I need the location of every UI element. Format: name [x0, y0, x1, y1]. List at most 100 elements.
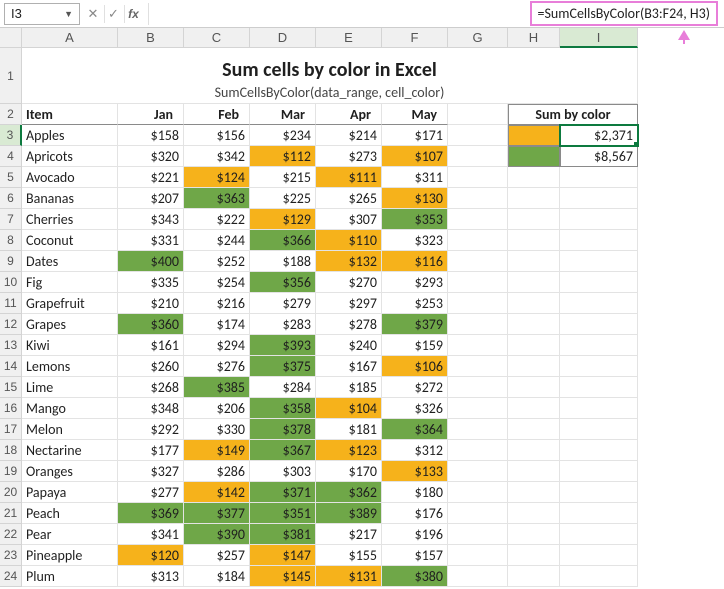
row-header-4[interactable]: 4	[0, 146, 22, 167]
column-header-A[interactable]: A	[22, 28, 118, 48]
cell-data-20-3[interactable]: $362	[316, 482, 382, 503]
cell-data-5-3[interactable]: $111	[316, 167, 382, 188]
cell-H19[interactable]	[508, 461, 560, 482]
cell-I8[interactable]	[560, 230, 638, 251]
cell-data-18-0[interactable]: $177	[118, 440, 184, 461]
cell-I14[interactable]	[560, 356, 638, 377]
cell-data-13-1[interactable]: $294	[184, 335, 250, 356]
cell-data-3-4[interactable]: $171	[382, 125, 448, 146]
cell-item-9[interactable]: Dates	[22, 251, 118, 272]
cell-data-12-2[interactable]: $283	[250, 314, 316, 335]
cell-data-7-4[interactable]: $353	[382, 209, 448, 230]
cell-data-14-0[interactable]: $260	[118, 356, 184, 377]
cell-data-19-3[interactable]: $170	[316, 461, 382, 482]
cell-I15[interactable]	[560, 377, 638, 398]
cell-I17[interactable]	[560, 419, 638, 440]
cell-data-9-1[interactable]: $252	[184, 251, 250, 272]
cell-data-6-0[interactable]: $207	[118, 188, 184, 209]
cell-data-5-0[interactable]: $221	[118, 167, 184, 188]
cell-data-12-4[interactable]: $379	[382, 314, 448, 335]
row-header-17[interactable]: 17	[0, 419, 22, 440]
cell-data-9-4[interactable]: $116	[382, 251, 448, 272]
cell-item-16[interactable]: Mango	[22, 398, 118, 419]
cell-data-12-0[interactable]: $360	[118, 314, 184, 335]
cell-I7[interactable]	[560, 209, 638, 230]
cell-data-20-4[interactable]: $180	[382, 482, 448, 503]
cell-H9[interactable]	[508, 251, 560, 272]
cell-item-8[interactable]: Coconut	[22, 230, 118, 251]
row-header-1[interactable]: 1	[0, 48, 22, 104]
sum-value-green[interactable]: $8,567	[560, 146, 638, 167]
cell-G14[interactable]	[448, 356, 508, 377]
cell-data-15-0[interactable]: $268	[118, 377, 184, 398]
cell-item-18[interactable]: Nectarine	[22, 440, 118, 461]
cell-data-11-2[interactable]: $279	[250, 293, 316, 314]
sum-swatch-green[interactable]	[508, 146, 560, 167]
cell-data-14-2[interactable]: $375	[250, 356, 316, 377]
cell-data-12-3[interactable]: $278	[316, 314, 382, 335]
cell-G4[interactable]	[448, 146, 508, 167]
cell-data-11-0[interactable]: $210	[118, 293, 184, 314]
cell-data-23-0[interactable]: $120	[118, 545, 184, 566]
cell-H24[interactable]	[508, 566, 560, 587]
row-header-11[interactable]: 11	[0, 293, 22, 314]
cell-H15[interactable]	[508, 377, 560, 398]
cell-data-21-0[interactable]: $369	[118, 503, 184, 524]
cell-data-17-1[interactable]: $330	[184, 419, 250, 440]
cell-data-22-4[interactable]: $196	[382, 524, 448, 545]
cell-data-24-0[interactable]: $313	[118, 566, 184, 587]
cell-data-5-1[interactable]: $124	[184, 167, 250, 188]
cell-G3[interactable]	[448, 125, 508, 146]
header-item[interactable]: Item	[22, 104, 118, 125]
header-sumby[interactable]: Sum by color	[508, 104, 638, 125]
select-all-corner[interactable]	[0, 28, 22, 48]
row-header-13[interactable]: 13	[0, 335, 22, 356]
cell-G8[interactable]	[448, 230, 508, 251]
cell-data-15-4[interactable]: $272	[382, 377, 448, 398]
cell-item-21[interactable]: Peach	[22, 503, 118, 524]
cell-item-15[interactable]: Lime	[22, 377, 118, 398]
cell-item-23[interactable]: Pineapple	[22, 545, 118, 566]
cell-data-6-4[interactable]: $130	[382, 188, 448, 209]
spreadsheet-grid[interactable]: ABCDEFGHI1Sum cells by color in ExcelSum…	[0, 28, 724, 587]
cell-H8[interactable]	[508, 230, 560, 251]
cell-H18[interactable]	[508, 440, 560, 461]
cell-data-11-3[interactable]: $297	[316, 293, 382, 314]
cell-data-22-2[interactable]: $381	[250, 524, 316, 545]
cell-data-10-1[interactable]: $254	[184, 272, 250, 293]
cell-data-8-0[interactable]: $331	[118, 230, 184, 251]
row-header-23[interactable]: 23	[0, 545, 22, 566]
cell-H13[interactable]	[508, 335, 560, 356]
cell-H11[interactable]	[508, 293, 560, 314]
row-header-19[interactable]: 19	[0, 461, 22, 482]
cell-H14[interactable]	[508, 356, 560, 377]
cell-data-21-3[interactable]: $389	[316, 503, 382, 524]
cell-I24[interactable]	[560, 566, 638, 587]
cell-data-18-2[interactable]: $367	[250, 440, 316, 461]
cell-data-13-2[interactable]: $393	[250, 335, 316, 356]
cell-data-20-0[interactable]: $277	[118, 482, 184, 503]
cell-data-8-4[interactable]: $323	[382, 230, 448, 251]
cell-H21[interactable]	[508, 503, 560, 524]
cell-item-10[interactable]: Fig	[22, 272, 118, 293]
cell-data-13-4[interactable]: $159	[382, 335, 448, 356]
cell-G21[interactable]	[448, 503, 508, 524]
cell-data-23-3[interactable]: $155	[316, 545, 382, 566]
cell-data-3-3[interactable]: $214	[316, 125, 382, 146]
cell-G24[interactable]	[448, 566, 508, 587]
cell-data-3-2[interactable]: $234	[250, 125, 316, 146]
cell-data-10-3[interactable]: $270	[316, 272, 382, 293]
cell-data-15-1[interactable]: $385	[184, 377, 250, 398]
cell-I16[interactable]	[560, 398, 638, 419]
cell-item-13[interactable]: Kiwi	[22, 335, 118, 356]
cell-data-9-3[interactable]: $132	[316, 251, 382, 272]
confirm-icon[interactable]: ✓	[104, 5, 122, 23]
cell-data-20-2[interactable]: $371	[250, 482, 316, 503]
cell-G22[interactable]	[448, 524, 508, 545]
cell-data-17-4[interactable]: $364	[382, 419, 448, 440]
cell-G12[interactable]	[448, 314, 508, 335]
cell-data-7-2[interactable]: $129	[250, 209, 316, 230]
cell-item-19[interactable]: Oranges	[22, 461, 118, 482]
cell-data-22-1[interactable]: $390	[184, 524, 250, 545]
row-header-6[interactable]: 6	[0, 188, 22, 209]
